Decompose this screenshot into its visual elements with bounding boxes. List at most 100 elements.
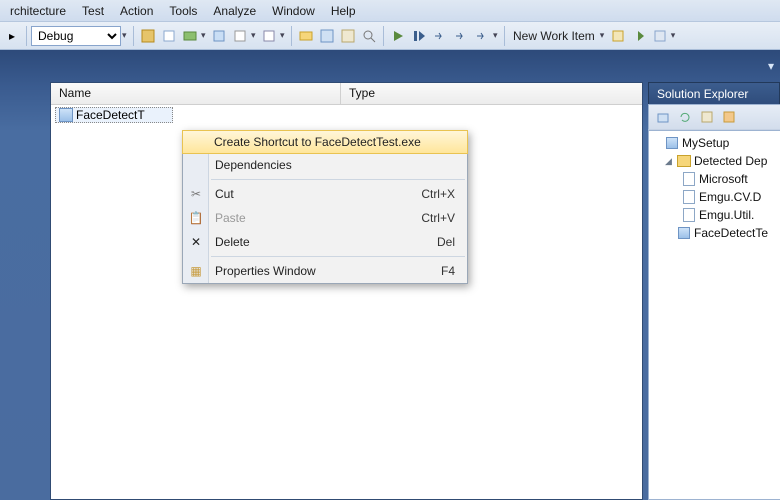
dropdown-icon: ▾ <box>280 30 287 41</box>
solution-explorer-title[interactable]: Solution Explorer <box>648 82 780 104</box>
main-toolbar: ▸ Debug ▾ ▾ ▾ ▾ ▾ New Work Item ▾ ▾ <box>0 22 780 50</box>
toolbar-separator <box>383 26 384 46</box>
context-menu: Create Shortcut to FaceDetectTest.exe De… <box>182 130 468 284</box>
editor-icon[interactable] <box>182 28 198 44</box>
ctx-shortcut: Ctrl+V <box>421 211 455 225</box>
menu-window[interactable]: Window <box>264 2 323 20</box>
dropdown-icon: ▾ <box>671 30 678 41</box>
editor-icon[interactable] <box>211 28 227 44</box>
ctx-create-shortcut[interactable]: Create Shortcut to FaceDetectTest.exe <box>182 130 468 154</box>
toolbar-btn-1[interactable]: ▸ <box>4 28 20 44</box>
list-item-selected[interactable]: FaceDetectT <box>55 107 173 123</box>
ctx-label: Cut <box>215 187 234 201</box>
delete-icon: ✕ <box>188 234 204 250</box>
ctx-label: Delete <box>215 235 250 249</box>
step-icon[interactable] <box>432 28 448 44</box>
list-item-name: FaceDetectT <box>76 108 145 122</box>
se-properties-icon[interactable] <box>721 109 737 125</box>
folder-icon <box>677 154 691 168</box>
dropdown-icon: ▾ <box>251 30 258 41</box>
editor-icon[interactable] <box>140 28 156 44</box>
build-config-select[interactable]: Debug <box>31 26 121 46</box>
tree-item[interactable]: Microsoft <box>649 170 780 188</box>
se-showall-icon[interactable] <box>699 109 715 125</box>
assembly-icon <box>682 190 696 204</box>
editor-icon[interactable] <box>161 28 177 44</box>
menu-bar: rchitecture Test Action Tools Analyze Wi… <box>0 0 780 22</box>
collapse-icon[interactable]: ◢ <box>663 156 674 167</box>
column-name[interactable]: Name <box>51 83 341 104</box>
toolbar-separator <box>291 26 292 46</box>
new-work-item-button[interactable]: New Work Item <box>509 29 599 43</box>
toolbar-separator <box>26 26 27 46</box>
assembly-icon <box>682 172 696 186</box>
ctx-label: Properties Window <box>215 264 316 278</box>
menu-tools[interactable]: Tools <box>161 2 205 20</box>
ctx-delete[interactable]: ✕ Delete Del <box>183 230 467 254</box>
tree-label: Emgu.CV.D <box>699 190 761 204</box>
ctx-shortcut: Ctrl+X <box>421 187 455 201</box>
expand-icon[interactable] <box>651 138 662 149</box>
ctx-dependencies[interactable]: Dependencies <box>183 153 467 177</box>
config-dropdown-icon: ▾ <box>122 30 129 41</box>
assembly-icon <box>682 208 696 222</box>
tree-item[interactable]: Emgu.Util. <box>649 206 780 224</box>
se-home-icon[interactable] <box>655 109 671 125</box>
setup-project-icon <box>665 136 679 150</box>
toolbar-separator <box>504 26 505 46</box>
dropdown-icon: ▾ <box>600 30 607 41</box>
output-icon <box>677 226 691 240</box>
column-type[interactable]: Type <box>341 83 642 104</box>
ctx-label: Create Shortcut to FaceDetectTest.exe <box>214 135 421 149</box>
tree-node-detected[interactable]: ◢ Detected Dep <box>649 152 780 170</box>
output-icon[interactable] <box>340 28 356 44</box>
tree-root[interactable]: MySetup <box>649 134 780 152</box>
tree-label: MySetup <box>682 136 729 150</box>
solution-icon[interactable] <box>298 28 314 44</box>
ctx-label: Paste <box>215 211 246 225</box>
team-icon[interactable] <box>631 28 647 44</box>
tool-window-options[interactable]: ▾ <box>648 50 780 82</box>
menu-help[interactable]: Help <box>323 2 364 20</box>
step-icon[interactable] <box>474 28 490 44</box>
ctx-separator <box>211 179 465 180</box>
menu-architecture[interactable]: rchitecture <box>2 2 74 20</box>
editor-icon[interactable] <box>261 28 277 44</box>
list-header: Name Type <box>51 83 642 105</box>
assembly-icon <box>59 108 73 122</box>
editor-icon[interactable] <box>232 28 248 44</box>
menu-action[interactable]: Action <box>112 2 161 20</box>
ctx-cut[interactable]: ✂ Cut Ctrl+X <box>183 182 467 206</box>
toolbar-separator <box>133 26 134 46</box>
menu-test[interactable]: Test <box>74 2 112 20</box>
dock-gutter <box>0 50 50 500</box>
toolbox-icon[interactable] <box>319 28 335 44</box>
solution-explorer-dock: ▾ Solution Explorer MySetup ◢ Detected D… <box>648 50 780 500</box>
ctx-properties[interactable]: ▦ Properties Window F4 <box>183 259 467 283</box>
properties-icon: ▦ <box>188 263 204 279</box>
ctx-separator <box>211 256 465 257</box>
dropdown-icon: ▾ <box>493 30 500 41</box>
solution-explorer-toolbar <box>648 104 780 130</box>
se-refresh-icon[interactable] <box>677 109 693 125</box>
tree-label: FaceDetectTe <box>694 226 768 240</box>
step-icon[interactable] <box>411 28 427 44</box>
ctx-paste: 📋 Paste Ctrl+V <box>183 206 467 230</box>
step-icon[interactable] <box>453 28 469 44</box>
team-icon[interactable] <box>652 28 668 44</box>
ctx-shortcut: F4 <box>441 264 455 278</box>
tree-item[interactable]: Emgu.CV.D <box>649 188 780 206</box>
ctx-label: Dependencies <box>215 158 292 172</box>
expand-icon[interactable] <box>663 228 674 239</box>
debug-icon[interactable] <box>390 28 406 44</box>
find-icon[interactable] <box>361 28 377 44</box>
dropdown-icon: ▾ <box>201 30 208 41</box>
team-icon[interactable] <box>610 28 626 44</box>
paste-icon: 📋 <box>188 210 204 226</box>
tree-node-output[interactable]: FaceDetectTe <box>649 224 780 242</box>
menu-analyze[interactable]: Analyze <box>205 2 264 20</box>
solution-explorer-tree[interactable]: MySetup ◢ Detected Dep Microsoft Emgu.CV… <box>648 130 780 500</box>
tree-label: Detected Dep <box>694 154 767 168</box>
tree-label: Emgu.Util. <box>699 208 754 222</box>
list-row[interactable]: FaceDetectT <box>51 105 642 125</box>
